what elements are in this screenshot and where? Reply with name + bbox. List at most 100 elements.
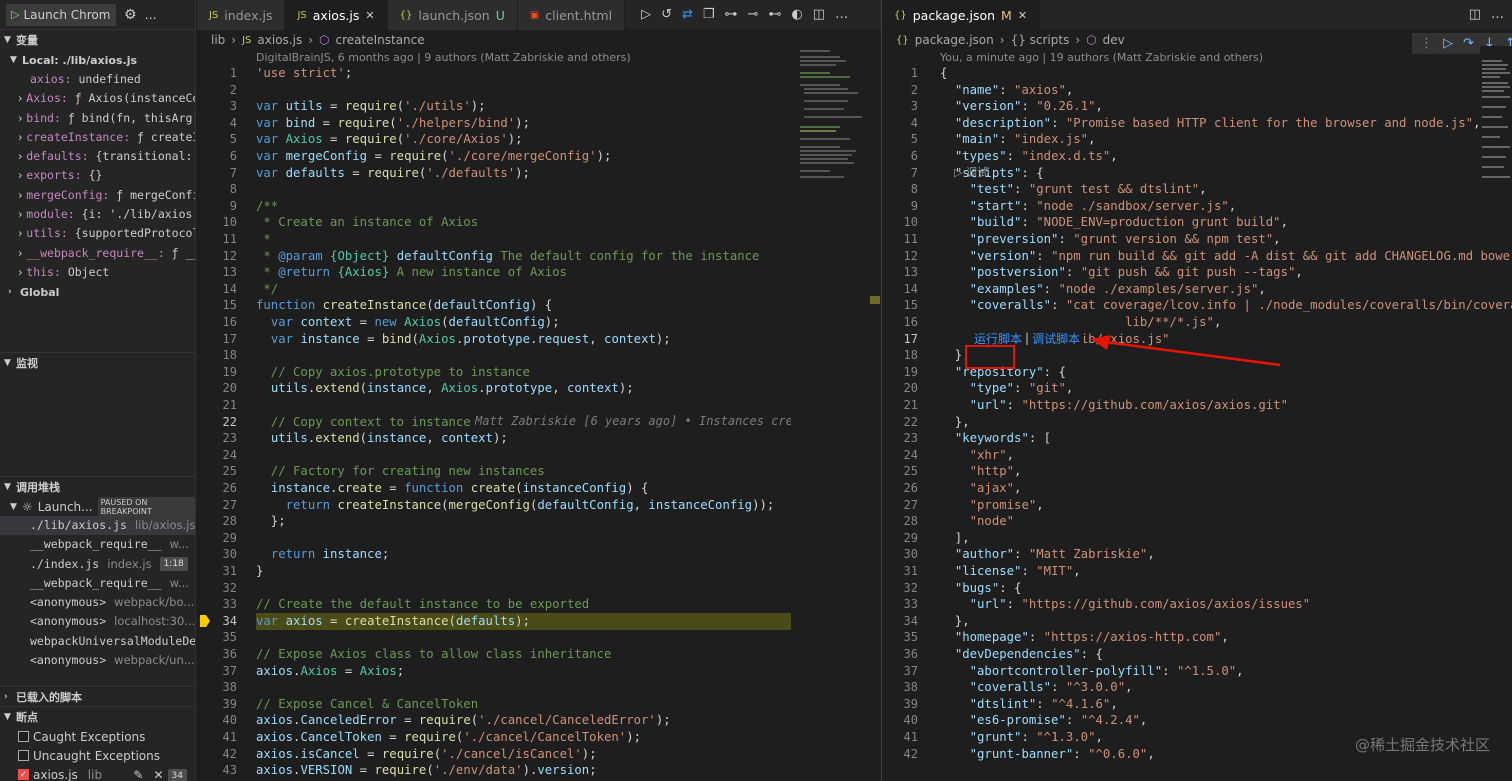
code-token: , <box>1088 132 1096 147</box>
code-token: defaultConfig <box>448 315 545 329</box>
code-token: return <box>285 497 338 512</box>
code-token: : <box>1014 182 1029 197</box>
code-token: // Expose Cancel & CancelToken <box>256 696 479 711</box>
commit-next-icon[interactable]: ⊷ <box>768 7 781 22</box>
local-scope[interactable]: ▼ Local: ./lib/axios.js <box>0 50 195 70</box>
left-minimap[interactable] <box>796 46 866 186</box>
continue-icon[interactable]: ▷ <box>1443 36 1453 51</box>
frame-function: webpackUniversalModuleDefin <box>30 633 195 648</box>
launch-config-label: Launch Chrom <box>23 7 111 22</box>
more-icon[interactable]: … <box>1491 7 1504 22</box>
launch-config-select[interactable]: ▷ Launch Chrom ▼ <box>6 3 116 26</box>
loaded-scripts-header[interactable]: › 已载入的脚本 <box>0 687 195 707</box>
callstack-frame[interactable]: <anonymous> localhost:30... <box>0 612 195 631</box>
code-token: context <box>604 331 656 346</box>
variable-row[interactable]: › exports: {} <box>0 166 195 185</box>
code-token: : <box>1028 630 1044 645</box>
drag-handle-icon[interactable]: ⋮ <box>1420 36 1433 51</box>
editor-tab[interactable]: {} launch.json U <box>387 0 518 30</box>
callstack-frame[interactable]: ./lib/axios.js lib/axios.js <box>0 516 195 536</box>
close-icon[interactable]: ✕ <box>365 9 374 22</box>
start-debug-icon[interactable]: ▷ <box>11 8 19 21</box>
breakpoint-checkbox[interactable]: ✓ <box>18 769 29 780</box>
frame-source: webpack/bo... <box>114 595 195 610</box>
code-token: : { <box>999 580 1022 595</box>
breadcrumb-folder[interactable]: lib <box>211 33 225 47</box>
variable-name: createInstance: <box>26 129 131 144</box>
breakpoint-item[interactable]: Caught Exceptions <box>0 727 195 746</box>
variable-row[interactable]: › this: Object <box>0 263 195 282</box>
breadcrumb-file[interactable]: axios.js <box>257 33 302 47</box>
breakpoint-item[interactable]: Uncaught Exceptions <box>0 746 195 765</box>
debug-session[interactable]: ▼ ☼ Launch... PAUSED ON BREAKPOINT <box>0 496 195 517</box>
callstack-frame[interactable]: __webpack_require__ w... <box>0 535 195 554</box>
commit-prev-icon[interactable]: ⊶ <box>725 7 738 22</box>
variable-row[interactable]: axios: undefined <box>0 70 195 89</box>
breadcrumb-section[interactable]: {} scripts <box>1011 33 1070 47</box>
commit-icon[interactable]: ⊸ <box>748 7 759 22</box>
remove-icon[interactable]: ✕ <box>153 768 163 781</box>
code-token: createInstance <box>337 497 442 512</box>
variables-header[interactable]: ▼ 变量 <box>0 30 195 50</box>
split-editor-icon[interactable]: ◫ <box>1469 7 1481 22</box>
debug-script-link[interactable]: 调试脚本 <box>1032 330 1080 347</box>
gear-icon[interactable]: ⚙ <box>124 7 137 23</box>
line-number: 34 <box>903 613 918 628</box>
step-over-icon[interactable]: ↷ <box>1463 36 1474 51</box>
edit-icon[interactable]: ✎ <box>133 768 143 781</box>
variable-row[interactable]: › createInstance: ƒ createI... <box>0 128 195 147</box>
right-minimap[interactable] <box>1480 46 1512 186</box>
global-scope[interactable]: › Global <box>0 282 195 302</box>
toggle-icon[interactable]: ◐ <box>791 7 802 22</box>
variable-row[interactable]: › utils: {supportedProtocolo... <box>0 224 195 243</box>
variable-row[interactable]: › Axios: ƒ Axios(instanceCo... <box>0 89 195 108</box>
breakpoints-header[interactable]: ▼ 断点 <box>0 707 195 727</box>
copy-icon[interactable]: ❐ <box>703 7 715 22</box>
code-token: , <box>1036 497 1044 512</box>
line-number: 4 <box>229 115 237 130</box>
editor-tab[interactable]: ▣ client.html <box>517 0 626 30</box>
history-icon[interactable]: ↺ <box>661 7 672 22</box>
callstack-header[interactable]: ▼ 调用堆栈 <box>0 477 195 497</box>
more-icon[interactable]: … <box>145 8 157 22</box>
run-icon[interactable]: ▷ <box>641 7 651 22</box>
variable-row[interactable]: › defaults: {transitional: ... <box>0 147 195 166</box>
compare-icon[interactable]: ⇄ <box>682 7 693 22</box>
editor-tab[interactable]: JS index.js <box>197 0 286 30</box>
variable-row[interactable]: › mergeConfig: ƒ mergeConfi... <box>0 186 195 205</box>
code-token: instance <box>322 547 382 562</box>
callstack-frame[interactable]: __webpack_require__ w... <box>0 574 195 593</box>
code-line: // Expose Cancel & CancelToken <box>256 696 478 713</box>
breadcrumb-file[interactable]: package.json <box>915 33 994 47</box>
split-editor-icon[interactable]: ◫ <box>813 7 825 22</box>
code-line: "url": "https://github.com/axios/axios/i… <box>940 596 1311 613</box>
variable-row[interactable]: › bind: ƒ bind(fn, thisArg)... <box>0 109 195 128</box>
html-icon: ▣ <box>529 9 540 21</box>
editor-tab[interactable]: {} package.json M ✕ <box>882 0 1041 30</box>
breadcrumb-symbol[interactable]: createInstance <box>336 33 425 47</box>
callstack-frame[interactable]: <anonymous> webpack/bo... <box>0 593 195 612</box>
watermark: @稀土掘金技术社区 <box>1354 736 1490 754</box>
code-token: "dtslint" <box>969 696 1037 711</box>
watch-header[interactable]: ▼ 监视 <box>0 353 195 373</box>
close-icon[interactable]: ✕ <box>1018 9 1027 22</box>
breakpoint-checkbox[interactable] <box>18 750 29 761</box>
breakpoint-item[interactable]: ✓ axios.js lib ✎ ✕ 34 <box>0 765 195 781</box>
more-icon[interactable]: … <box>835 7 848 22</box>
breakpoint-checkbox[interactable] <box>18 731 29 742</box>
code-token: "^4.1.6" <box>1051 696 1111 711</box>
callstack-frame[interactable]: <anonymous> webpack/un... <box>0 651 195 670</box>
editor-tab[interactable]: JS axios.js ✕ <box>285 0 388 30</box>
code-token: , <box>426 431 442 446</box>
frame-function: __webpack_require__ <box>30 575 162 590</box>
code-token: "grunt version && npm test" <box>1073 232 1274 246</box>
run-script-link[interactable]: 运行脚本 <box>974 330 1022 347</box>
variable-row[interactable]: › __webpack_require__: ƒ __... <box>0 244 195 263</box>
callstack-frame[interactable]: webpackUniversalModuleDefin <box>0 632 195 651</box>
variable-row[interactable]: › module: {i: './lib/axios.... <box>0 205 195 224</box>
code-token: , <box>426 381 442 396</box>
breadcrumb-symbol[interactable]: dev <box>1103 33 1125 47</box>
callstack-frame[interactable]: ./index.js index.js 1:18 <box>0 555 195 574</box>
code-token: = <box>396 713 419 728</box>
